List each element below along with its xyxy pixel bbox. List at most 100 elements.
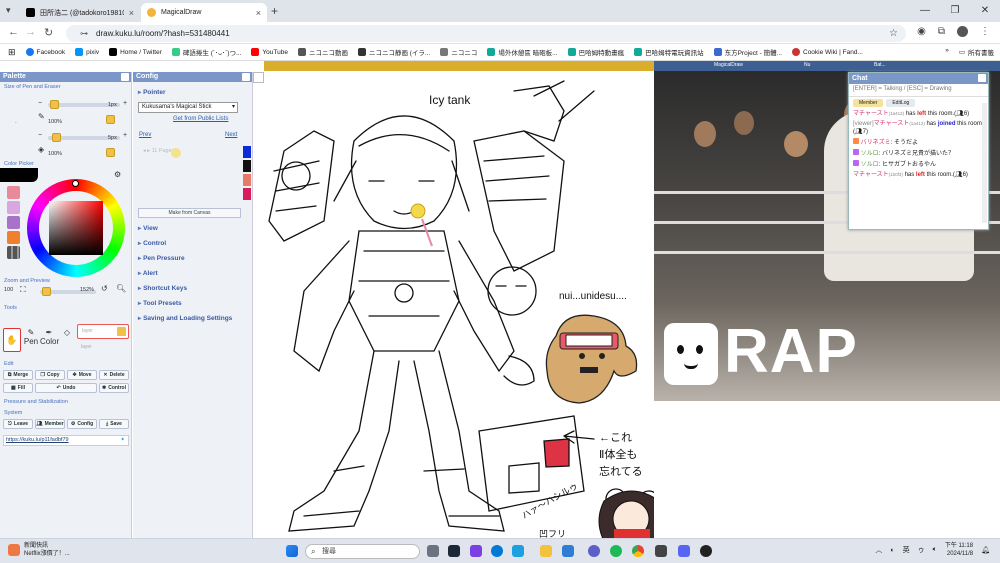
zoom-fit-button[interactable]: 100: [4, 287, 13, 293]
chat-user[interactable]: マチャースト: [853, 111, 889, 117]
bookmark-youtube[interactable]: YouTube: [251, 48, 288, 56]
public-list-link[interactable]: Get from Public Lists: [173, 116, 228, 122]
quick-color-2[interactable]: [243, 160, 251, 172]
chrome-icon[interactable]: [632, 545, 644, 557]
eraser-size-minus-button[interactable]: −: [38, 132, 42, 139]
tab-editlog[interactable]: EditLog: [886, 99, 916, 107]
view-section[interactable]: View: [138, 224, 158, 232]
hue-handle[interactable]: [72, 180, 79, 187]
maximize-button[interactable]: ❐: [940, 0, 970, 22]
tab-magicaldraw[interactable]: MagicalDraw ×: [141, 3, 267, 22]
saturation-picker[interactable]: [49, 201, 103, 255]
back-icon[interactable]: ←: [8, 26, 19, 38]
member-button[interactable]: 👥︎ Member: [35, 419, 65, 429]
discord-icon[interactable]: [678, 545, 690, 557]
config-close-button[interactable]: [253, 72, 264, 83]
control-section[interactable]: Control: [138, 239, 166, 247]
chevron-up-icon[interactable]: ︿: [875, 545, 882, 555]
ime-mode-icon[interactable]: ゥ: [918, 545, 925, 555]
chat-user[interactable]: マチャースト: [853, 172, 889, 178]
new-tab-button[interactable]: +: [271, 4, 278, 18]
all-bookmarks-button[interactable]: ▭ 所有書籤: [959, 47, 994, 57]
layer-1-item[interactable]: layer: [77, 324, 129, 339]
app-icon[interactable]: [655, 545, 667, 557]
tab-search-icon[interactable]: ▾: [6, 5, 11, 16]
bookmark-cookie-wiki[interactable]: Cookie Wiki | Fand...: [792, 48, 863, 56]
notification-icon[interactable]: 🔔︎: [981, 546, 990, 554]
alert-section[interactable]: Alert: [138, 269, 158, 277]
bookmark-pixiv[interactable]: pixiv: [75, 48, 99, 56]
bookmark-ani-gamer[interactable]: 巴哈姆特動畫瘋: [567, 47, 624, 57]
chat-user[interactable]: バリネズミ: [861, 140, 891, 146]
chat-input[interactable]: [ENTER] = Talking / [ESC] = Drawing: [849, 84, 988, 97]
profile-avatar[interactable]: [957, 26, 968, 37]
next-link[interactable]: Next: [225, 132, 237, 138]
pen-pressure-section[interactable]: Pen Pressure: [138, 254, 185, 262]
minimize-button[interactable]: —: [910, 0, 940, 22]
bookmark-gamer-forum[interactable]: 場外休憩區 暗砲板...: [487, 47, 558, 57]
pen-opacity-knob[interactable]: [106, 115, 115, 124]
chat-minimize-button[interactable]: [978, 74, 986, 82]
close-window-button[interactable]: ✕: [970, 0, 1000, 22]
volume-icon[interactable]: 🔈︎: [933, 546, 937, 554]
color-tool-button[interactable]: ✒ Color: [40, 328, 59, 352]
pen-size-minus-button[interactable]: −: [38, 100, 42, 107]
bookmark-gnn[interactable]: 巴哈姆特電玩資訊站: [634, 47, 704, 57]
bookmark-bbs[interactable]: 碑語捲生 (´･ᴗ･`)つ...: [171, 47, 241, 57]
swatch-grid-icon[interactable]: [7, 246, 20, 259]
chat-scrollbar[interactable]: [982, 103, 987, 223]
app-icon[interactable]: [470, 545, 482, 557]
pen-size-plus-button[interactable]: +: [123, 100, 127, 107]
delete-button[interactable]: ✕ Delete: [99, 370, 129, 380]
fill-button[interactable]: ▦ Fill: [3, 383, 33, 393]
app-icon[interactable]: [562, 545, 574, 557]
tab-member[interactable]: Member: [853, 99, 884, 107]
color-settings-icon[interactable]: ⚙: [114, 170, 121, 179]
tab-twitter[interactable]: 田所浩二 (@tadokoro19810) / X ×: [20, 3, 140, 22]
move-button[interactable]: ✥ Move: [67, 370, 97, 380]
room-url-link[interactable]: https://kuku.lu/p11fadbf79 ✦: [3, 435, 129, 446]
bookmark-star-icon[interactable]: ☆: [889, 28, 898, 39]
menu-kebab-icon[interactable]: ⋮: [980, 26, 990, 37]
twitter-share-icon[interactable]: ✦: [120, 436, 125, 445]
zoom-frame-icon[interactable]: ⛶: [20, 285, 26, 295]
bookmark-niconico-seiga[interactable]: ニコニコ静画 (イラ...: [357, 47, 430, 57]
tray-app-icon[interactable]: ◐: [890, 547, 894, 554]
file-explorer-icon[interactable]: [540, 545, 552, 557]
prev-link[interactable]: Prev: [139, 132, 151, 138]
palette-minimize-button[interactable]: [121, 73, 129, 81]
swatch-2[interactable]: [7, 201, 20, 214]
eraser-opacity-knob[interactable]: [106, 148, 115, 157]
quick-color-3[interactable]: [243, 174, 251, 186]
reload-icon[interactable]: ↻: [44, 26, 53, 39]
bookmark-twitter[interactable]: Home / Twitter: [109, 48, 162, 56]
pointer-select[interactable]: Kukusama's Magical Stick ▾: [138, 102, 238, 113]
next-page-icon[interactable]: ▸: [147, 148, 150, 154]
address-bar[interactable]: ⊶ draw.kuku.lu/room/?hash=531480441 ☆: [66, 25, 906, 42]
chat-user[interactable]: ソルロ: [861, 151, 879, 157]
puzzle-extensions-icon[interactable]: ⧉: [938, 26, 945, 37]
bookmarks-more-button[interactable]: »: [945, 47, 949, 57]
swatch-4[interactable]: [7, 231, 20, 244]
current-color-swatch[interactable]: [0, 168, 38, 182]
hand-tool-button[interactable]: ✋: [3, 328, 21, 352]
bookmark-facebook[interactable]: Facebook: [25, 48, 65, 56]
copy-button[interactable]: ❐ Copy: [35, 370, 65, 380]
tab-close-icon[interactable]: ×: [256, 8, 261, 18]
pointer-section[interactable]: Pointer: [138, 88, 165, 96]
news-widget[interactable]: 新聞快訊 Netflix漲價了！...: [8, 542, 70, 558]
color-wheel[interactable]: [27, 179, 125, 277]
app-icon[interactable]: [512, 545, 524, 557]
steam-icon[interactable]: [448, 545, 460, 557]
pen-tool-button[interactable]: ✎ Pen: [22, 328, 40, 352]
shortcut-keys-section[interactable]: Shortcut Keys: [138, 284, 187, 292]
extension-icon[interactable]: ◉: [917, 26, 926, 37]
leave-button[interactable]: ⎋ Leave: [3, 419, 33, 429]
saving-loading-section[interactable]: Saving and Loading Settings: [138, 314, 238, 323]
spotify-icon[interactable]: [610, 545, 622, 557]
clock[interactable]: 下午 11:18 2024/11/8: [945, 542, 973, 558]
ime-language[interactable]: 英: [903, 545, 910, 555]
quick-color-4[interactable]: [243, 188, 251, 200]
save-button[interactable]: ⤓ Save: [99, 419, 129, 429]
zoom-magnifier-icon[interactable]: 🔍︎: [116, 284, 126, 293]
